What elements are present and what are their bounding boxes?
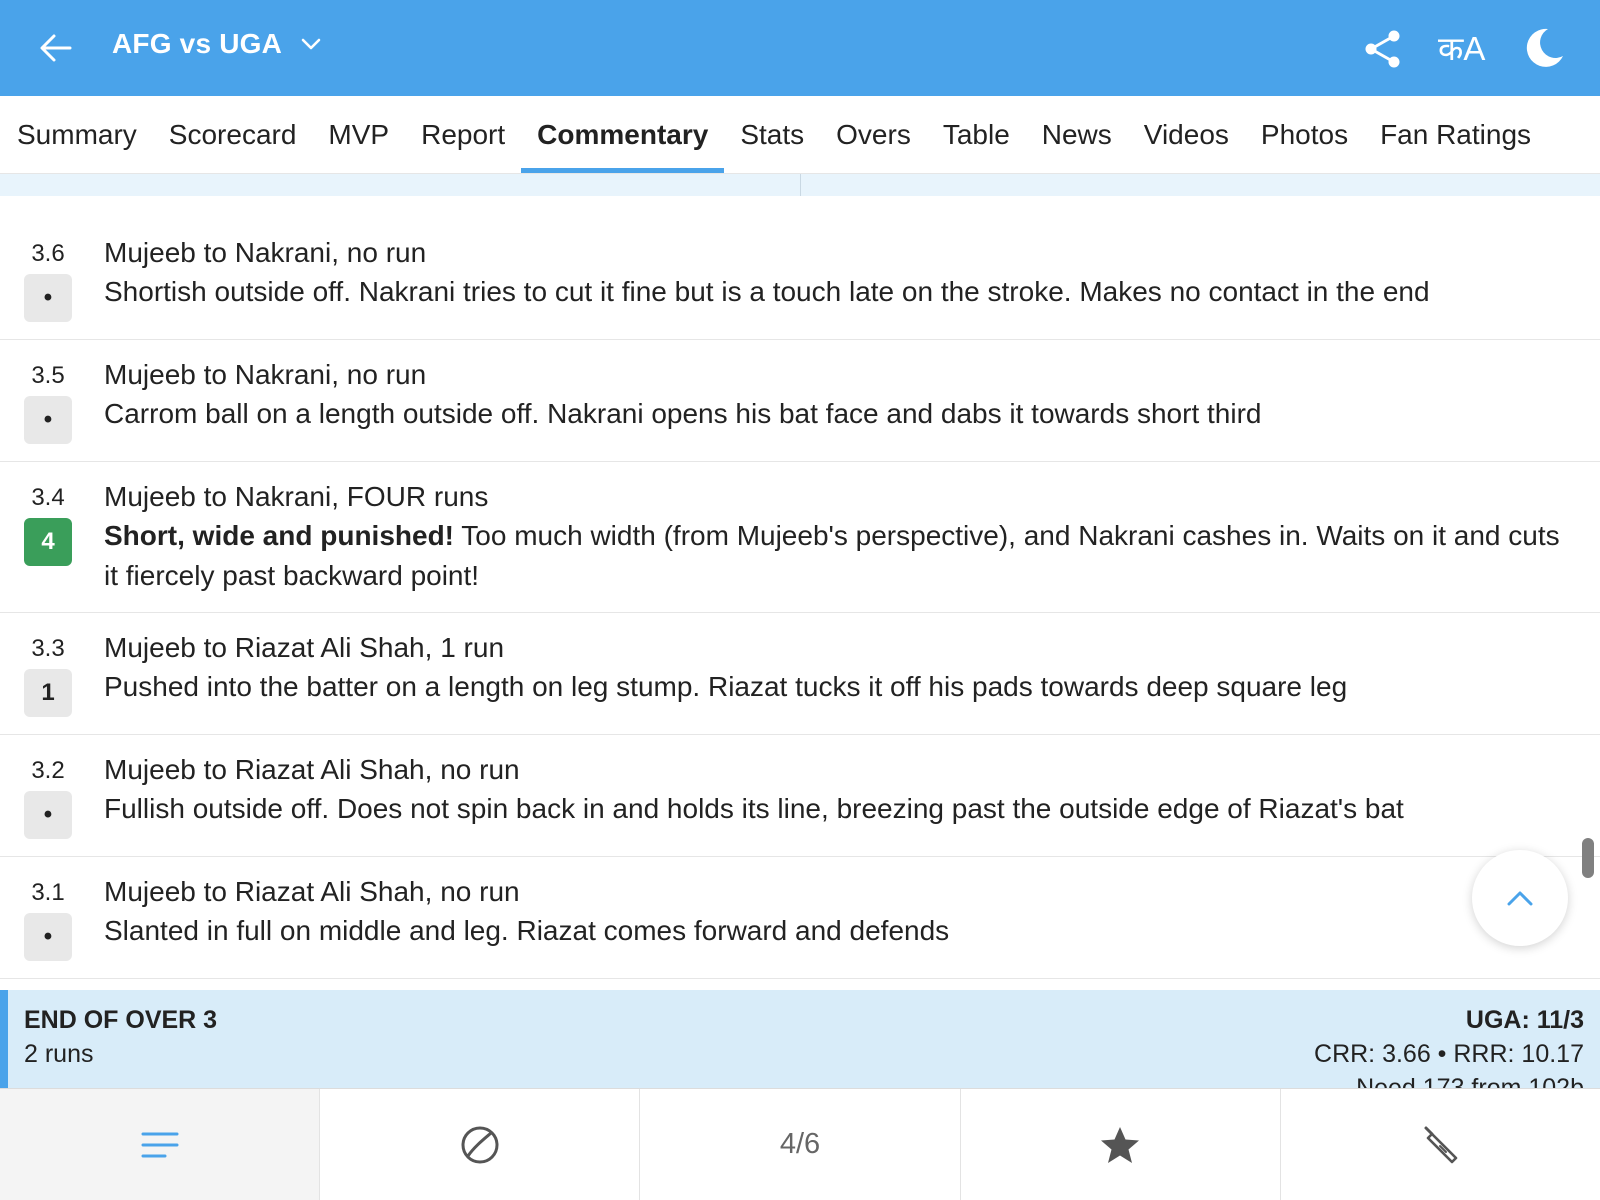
ball-headline: Mujeeb to Riazat Ali Shah, no run xyxy=(104,754,520,785)
bottom-nav-page-indicator[interactable]: 4/6 xyxy=(640,1089,961,1200)
strip-divider xyxy=(800,174,801,196)
ball-description: Fullish outside off. Does not spin back … xyxy=(104,789,1560,829)
end-of-over-title: END OF OVER 3 xyxy=(24,1006,218,1034)
bottom-nav-ball[interactable] xyxy=(320,1089,641,1200)
ball-result-badge: 1 xyxy=(24,669,72,717)
tab-table[interactable]: Table xyxy=(927,96,1026,173)
over-number: 3.6 xyxy=(31,240,65,267)
ball-text: Carrom ball on a length outside off. Nak… xyxy=(104,398,1262,429)
over-number: 3.3 xyxy=(31,635,65,662)
ball-text: Fullish outside off. Does not spin back … xyxy=(104,793,1404,824)
chevron-down-icon xyxy=(301,38,321,50)
commentary-item: 3.5 • Mujeeb to Nakrani, no run Carrom b… xyxy=(0,340,1600,462)
ball-text: Pushed into the batter on a length on le… xyxy=(104,671,1348,702)
tab-overs[interactable]: Overs xyxy=(820,96,927,173)
tab-scorecard[interactable]: Scorecard xyxy=(153,96,313,173)
menu-lines-icon xyxy=(141,1132,179,1157)
ball-headline: Mujeeb to Riazat Ali Shah, no run xyxy=(104,876,520,907)
back-arrow-icon[interactable] xyxy=(36,28,76,68)
end-of-over-summary: END OF OVER 3 2 runs UGA: 11/3 CRR: 3.66… xyxy=(0,990,1600,1090)
match-selector[interactable]: AFG vs UGA xyxy=(112,28,324,60)
ball-headline: Mujeeb to Riazat Ali Shah, 1 run xyxy=(104,632,505,663)
boundary-four-badge: 4 xyxy=(24,518,72,566)
ball-headline: Mujeeb to Nakrani, FOUR runs xyxy=(104,481,489,512)
match-title: AFG vs UGA xyxy=(112,28,283,59)
ball-description: Shortish outside off. Nakrani tries to c… xyxy=(104,272,1560,312)
commentary-item: 3.6 • Mujeeb to Nakrani, no run Shortish… xyxy=(0,218,1600,340)
cricket-bat-icon xyxy=(1424,1126,1458,1163)
ball-result-badge: • xyxy=(24,913,72,961)
commentary-item: 3.1 • Mujeeb to Riazat Ali Shah, no run … xyxy=(0,857,1600,979)
bottom-nav-favorites[interactable] xyxy=(961,1089,1281,1200)
partnership-strip xyxy=(0,174,1600,196)
ball-result-badge: • xyxy=(24,274,72,322)
commentary-item: 3.4 4 Mujeeb to Nakrani, FOUR runs Short… xyxy=(0,462,1600,613)
tab-fan-ratings[interactable]: Fan Ratings xyxy=(1364,96,1547,173)
tab-mvp[interactable]: MVP xyxy=(312,96,405,173)
cricket-ball-icon xyxy=(461,1126,499,1163)
ball-highlight: Short, wide and punished! xyxy=(104,520,454,551)
ball-result-badge: • xyxy=(24,396,72,444)
over-number: 3.5 xyxy=(31,362,65,389)
ball-text: Shortish outside off. Nakrani tries to c… xyxy=(104,276,1430,307)
ball-description: Carrom ball on a length outside off. Nak… xyxy=(104,394,1560,434)
ball-text: Slanted in full on middle and leg. Riaza… xyxy=(104,915,950,946)
chevron-up-icon xyxy=(1507,891,1533,906)
scroll-to-top-button[interactable] xyxy=(1472,850,1568,946)
team-score: UGA: 11/3 xyxy=(1465,1006,1584,1034)
ball-headline: Mujeeb to Nakrani, no run xyxy=(104,359,427,390)
over-number: 3.4 xyxy=(31,484,65,511)
bottom-nav-commentary[interactable] xyxy=(0,1089,321,1200)
commentary-item: 3.3 1 Mujeeb to Riazat Ali Shah, 1 run P… xyxy=(0,613,1600,735)
moon-icon[interactable] xyxy=(1522,26,1566,70)
tab-report[interactable]: Report xyxy=(405,96,521,173)
bottom-nav-batting[interactable] xyxy=(1281,1089,1600,1200)
ball-description: Short, wide and punished! Too much width… xyxy=(104,516,1560,596)
over-number: 3.1 xyxy=(31,879,65,906)
bottom-nav: 4/6 xyxy=(0,1088,1600,1200)
star-icon xyxy=(1101,1126,1140,1163)
ball-result-badge: • xyxy=(24,791,72,839)
over-runs: 2 runs xyxy=(24,1040,94,1068)
commentary-feed: 3.6 • Mujeeb to Nakrani, no run Shortish… xyxy=(0,218,1600,979)
share-icon[interactable] xyxy=(1362,28,1404,70)
app-header: AFG vs UGA कA xyxy=(0,0,1600,96)
ball-headline: Mujeeb to Nakrani, no run xyxy=(104,237,427,268)
language-toggle-icon[interactable]: कA xyxy=(1438,28,1485,70)
run-rates: CRR: 3.66 • RRR: 10.17 xyxy=(1314,1040,1584,1068)
over-number: 3.2 xyxy=(31,757,65,784)
page-indicator: 4/6 xyxy=(779,1128,821,1160)
tab-news[interactable]: News xyxy=(1026,96,1128,173)
ball-description: Slanted in full on middle and leg. Riaza… xyxy=(104,911,1560,951)
tab-videos[interactable]: Videos xyxy=(1128,96,1245,173)
tab-photos[interactable]: Photos xyxy=(1245,96,1364,173)
tab-commentary[interactable]: Commentary xyxy=(521,96,725,173)
tab-bar: Summary Scorecard MVP Report Commentary … xyxy=(0,96,1600,174)
commentary-item: 3.2 • Mujeeb to Riazat Ali Shah, no run … xyxy=(0,735,1600,857)
tab-stats[interactable]: Stats xyxy=(724,96,820,173)
tab-summary[interactable]: Summary xyxy=(17,96,153,173)
ball-description: Pushed into the batter on a length on le… xyxy=(104,667,1560,707)
scrollbar-thumb[interactable] xyxy=(1582,838,1594,878)
